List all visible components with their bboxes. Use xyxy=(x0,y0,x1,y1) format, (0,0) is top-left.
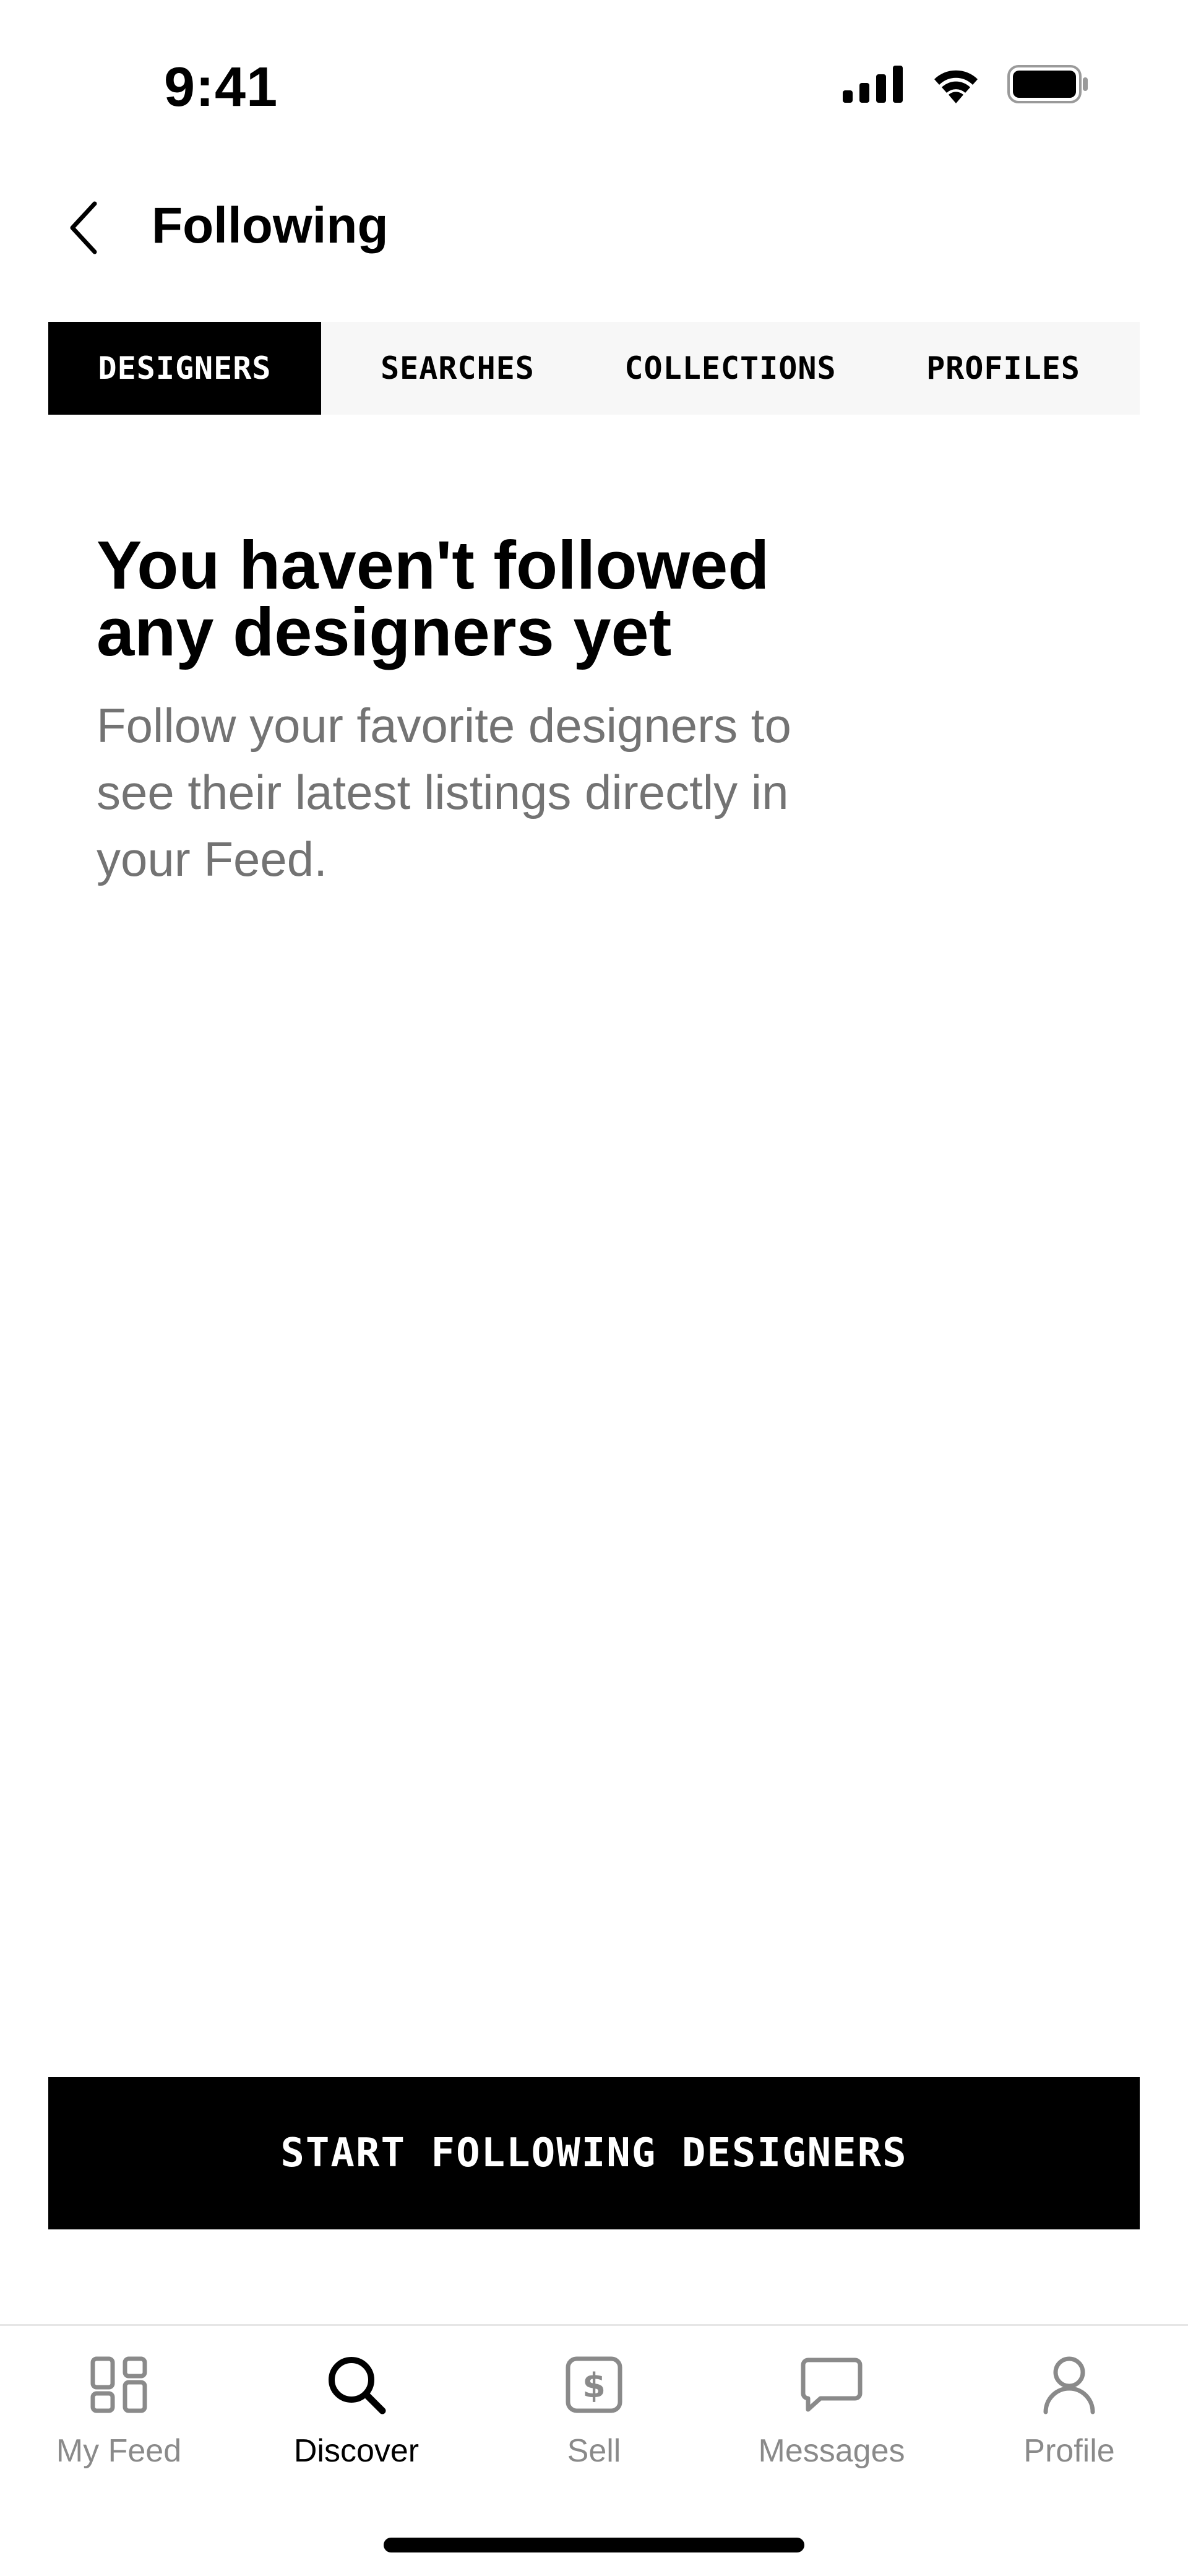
nav-item-messages[interactable]: Messages xyxy=(713,2326,950,2487)
tab-designers[interactable]: DESIGNERS xyxy=(48,322,321,415)
start-following-designers-button[interactable]: START FOLLOWING DESIGNERS xyxy=(48,2077,1140,2229)
status-time: 9:41 xyxy=(164,56,278,118)
cellular-signal-icon xyxy=(843,66,905,106)
chevron-left-icon xyxy=(65,200,102,259)
nav-item-sell[interactable]: $ Sell xyxy=(475,2326,713,2487)
empty-state: You haven't followed any designers yet F… xyxy=(97,532,901,893)
dollar-tag-icon: $ xyxy=(560,2351,628,2419)
page-title: Following xyxy=(152,197,389,254)
nav-item-profile[interactable]: Profile xyxy=(950,2326,1188,2487)
tab-collections[interactable]: COLLECTIONS xyxy=(594,322,867,415)
nav-item-my-feed[interactable]: My Feed xyxy=(0,2326,238,2487)
status-bar: 9:41 xyxy=(0,0,1188,149)
back-button[interactable] xyxy=(59,198,108,260)
status-icons xyxy=(843,65,1089,106)
battery-icon xyxy=(1007,65,1089,106)
following-tabs: DESIGNERS SEARCHES COLLECTIONS PROFILES xyxy=(48,322,1140,415)
nav-item-discover[interactable]: Discover xyxy=(238,2326,475,2487)
wifi-icon xyxy=(929,65,983,106)
empty-state-description: Follow your favorite designers to see th… xyxy=(97,698,791,886)
grid-icon xyxy=(85,2351,153,2419)
nav-label: My Feed xyxy=(56,2433,182,2469)
nav-label: Messages xyxy=(758,2433,905,2469)
bottom-nav: My Feed Discover $ Sell Messages Profile xyxy=(0,2326,1188,2487)
nav-label: Profile xyxy=(1023,2433,1115,2469)
header: Following xyxy=(0,173,1188,279)
tab-searches[interactable]: SEARCHES xyxy=(321,322,594,415)
search-icon xyxy=(322,2351,390,2419)
chat-bubble-icon xyxy=(798,2351,866,2419)
tab-profiles[interactable]: PROFILES xyxy=(867,322,1140,415)
nav-label: Sell xyxy=(567,2433,621,2469)
nav-label: Discover xyxy=(293,2433,420,2469)
person-icon xyxy=(1035,2351,1103,2419)
home-indicator xyxy=(384,2538,804,2552)
svg-text:$: $ xyxy=(582,2366,606,2405)
empty-state-title: You haven't followed any designers yet xyxy=(97,527,770,670)
